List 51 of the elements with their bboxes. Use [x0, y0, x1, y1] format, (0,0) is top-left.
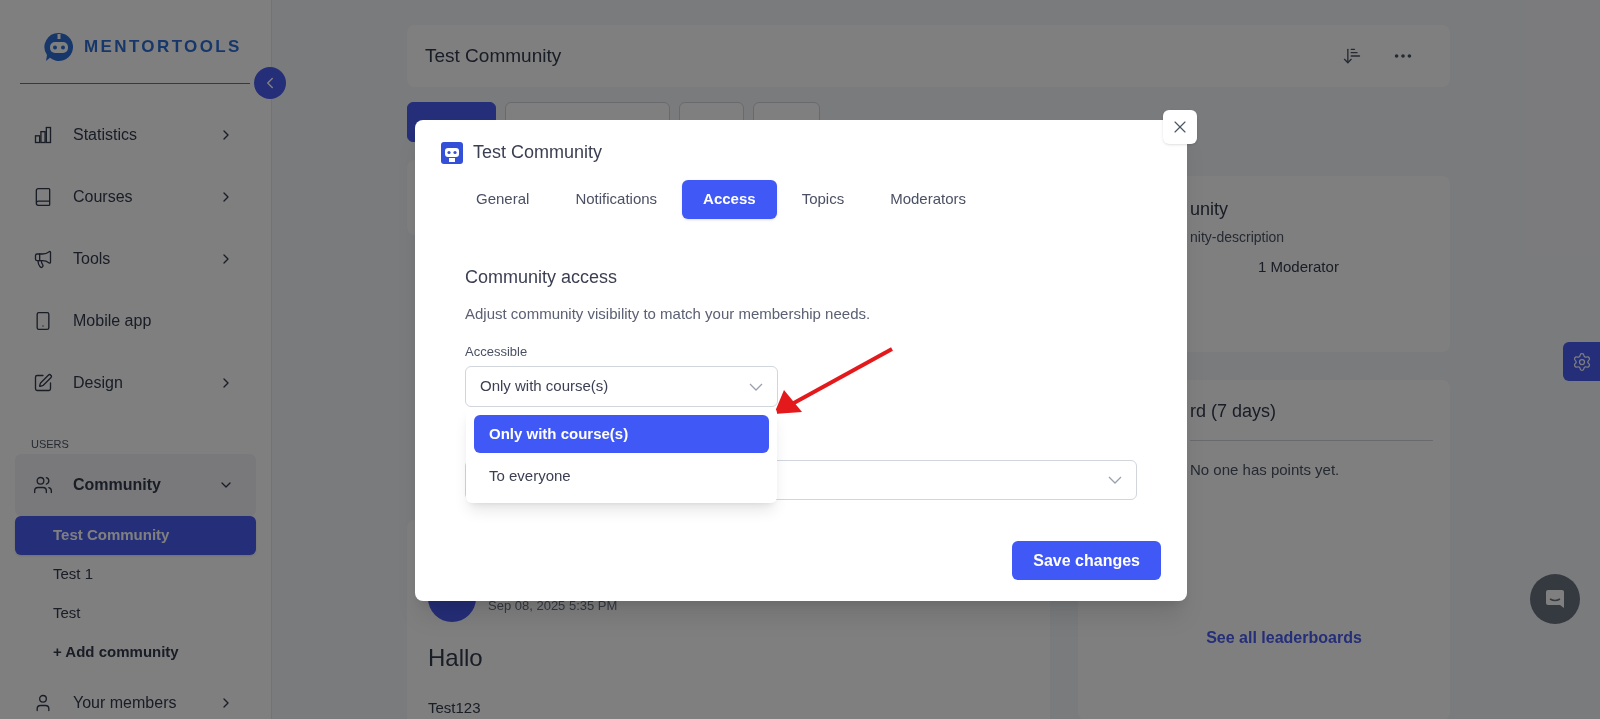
users-icon [33, 475, 53, 495]
nav-item[interactable]: Mobile app [15, 290, 256, 352]
chevron-down-icon [749, 382, 763, 391]
subnav-link[interactable]: Test [15, 594, 256, 633]
settings-tab[interactable]: Topics [780, 180, 866, 219]
section-description: Adjust community visibility to match your membership needs. [465, 304, 872, 324]
collapse-button[interactable] [254, 67, 286, 99]
access-select[interactable]: Only with course(s) [465, 366, 778, 407]
nav-item[interactable]: Design [15, 352, 256, 414]
settings-button[interactable] [1563, 342, 1600, 381]
subnav-link[interactable]: Test Community [15, 516, 256, 555]
moderator-count: 1 Moderator [1258, 257, 1340, 277]
megaphone-icon [33, 249, 53, 269]
leaderboards-link[interactable]: See all leaderboards [1206, 626, 1362, 650]
settings-tab[interactable]: Access [682, 180, 777, 219]
nav-item[interactable]: Courses [15, 166, 256, 228]
dropdown-option[interactable]: Only with course(s) [474, 415, 769, 453]
close-button[interactable] [1163, 110, 1197, 144]
bar-chart-icon [33, 125, 53, 145]
robot-icon [440, 140, 464, 165]
nav-item[interactable]: Your members [15, 672, 256, 719]
pencil-icon [33, 373, 53, 393]
page-title: Test Community [425, 43, 563, 68]
settings-icon [1571, 351, 1592, 372]
field-label: Accessible [465, 342, 529, 361]
book-icon [33, 187, 53, 207]
nav-item[interactable]: Statistics [15, 104, 256, 166]
post-date: Sep 08, 2025 5:35 PM [488, 598, 618, 614]
add-community-link[interactable]: + Add community [53, 641, 179, 664]
logo-text: MENTORTOOLS [84, 36, 242, 59]
dropdown-option[interactable]: To everyone [474, 457, 769, 495]
section-heading: USERS [30, 436, 69, 452]
chevron-down-icon [1108, 476, 1122, 484]
settings-tab[interactable]: Moderators [869, 180, 988, 219]
dialog-title: Test Community [473, 141, 603, 164]
subnav-link[interactable]: Test 1 [15, 555, 256, 594]
nav-item[interactable]: Tools [15, 228, 256, 290]
sort-icon[interactable] [1342, 46, 1362, 66]
post-body: Test123 [428, 699, 482, 717]
settings-tab[interactable]: Notifications [554, 180, 679, 219]
community-description: nity-description [1190, 228, 1286, 247]
nav-item[interactable]: Community [15, 454, 256, 516]
community-name: unity [1190, 198, 1230, 221]
save-button[interactable]: Save changes [1012, 541, 1161, 580]
leaderboard-title: rd (7 days) [1190, 400, 1278, 423]
empty-message: No one has points yet. [1190, 460, 1341, 480]
robot-logo-icon [42, 30, 76, 64]
section-title: Community access [465, 266, 619, 289]
settings-tab[interactable]: General [455, 180, 551, 219]
post-title: Hallo [428, 644, 484, 672]
chat-icon [1544, 588, 1566, 610]
